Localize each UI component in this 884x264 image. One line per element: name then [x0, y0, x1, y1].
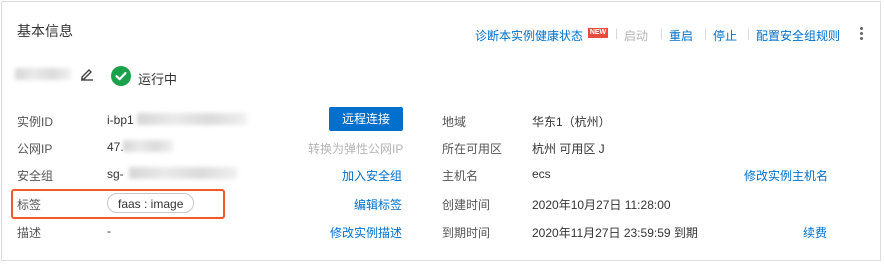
edit-name-icon[interactable]: [80, 67, 94, 81]
hostname-value: ecs: [532, 167, 551, 181]
description-label: 描述: [17, 226, 42, 240]
stop-link[interactable]: 停止: [713, 27, 737, 44]
public-ip-label: 公网IP: [17, 142, 53, 156]
zone-value: 杭州 可用区 J: [532, 142, 605, 156]
card-title: 基本信息: [17, 23, 73, 39]
security-rules-link[interactable]: 配置安全组规则: [756, 27, 840, 44]
edit-hostname-link[interactable]: 修改实例主机名: [744, 167, 828, 184]
instance-name-redacted: [15, 68, 71, 80]
public-ip-redacted: [123, 140, 173, 152]
basic-info-card: 基本信息 诊断本实例健康状态 NEW | 启动 | 重启 | 停止 | 配置安全…: [1, 1, 881, 261]
more-options-icon[interactable]: [860, 27, 864, 41]
zone-label: 所在可用区: [442, 142, 503, 156]
instance-id-value: i-bp1: [107, 113, 134, 127]
action-separator: |: [747, 26, 751, 40]
diagnose-link[interactable]: 诊断本实例健康状态: [475, 27, 583, 44]
new-badge: NEW: [588, 28, 608, 38]
renew-link[interactable]: 续费: [803, 224, 827, 241]
security-group-value: sg-: [107, 167, 124, 181]
tags-label: 标签: [17, 198, 42, 212]
region-value: 华东1（杭州）: [532, 115, 611, 129]
security-group-label: 安全组: [17, 169, 54, 183]
instance-status: 运行中: [138, 72, 178, 87]
edit-description-link[interactable]: 修改实例描述: [330, 224, 402, 241]
public-ip-value: 47.: [107, 140, 124, 154]
convert-eip-link[interactable]: 转换为弹性公网IP: [308, 140, 403, 157]
running-status-icon: [111, 66, 131, 86]
join-security-group-link[interactable]: 加入安全组: [342, 167, 402, 184]
hostname-label: 主机名: [442, 169, 479, 183]
security-group-redacted: [129, 167, 237, 179]
edit-tags-link[interactable]: 编辑标签: [354, 196, 402, 213]
expiry-time-value: 2020年11月27日 23:59:59 到期: [532, 226, 698, 240]
action-separator: |: [704, 26, 708, 40]
action-separator: |: [615, 26, 619, 40]
restart-link[interactable]: 重启: [669, 27, 693, 44]
created-time-value: 2020年10月27日 11:28:00: [532, 198, 671, 212]
remote-connect-button[interactable]: 远程连接: [329, 107, 403, 131]
instance-id-label: 实例ID: [17, 115, 54, 129]
action-separator: |: [660, 26, 664, 40]
start-link[interactable]: 启动: [624, 27, 648, 44]
expiry-time-label: 到期时间: [442, 226, 491, 240]
tag-chip[interactable]: faas : image: [107, 193, 195, 213]
description-value: -: [107, 224, 111, 238]
instance-id-redacted: [137, 113, 247, 125]
region-label: 地域: [442, 115, 467, 129]
created-time-label: 创建时间: [442, 198, 491, 212]
